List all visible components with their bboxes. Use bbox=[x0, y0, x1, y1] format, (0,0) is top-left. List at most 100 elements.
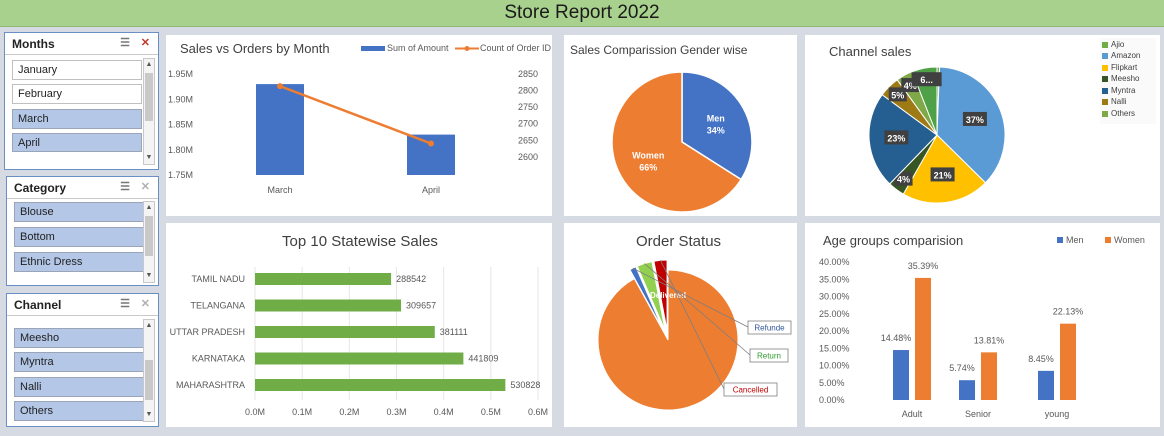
bar-value-label: 309657 bbox=[406, 301, 436, 311]
order-status-panel[interactable]: Order Status Delivered Refunde Return Cance… bbox=[564, 223, 797, 427]
sales-vs-orders-panel[interactable]: Sales vs Orders by Month Sum of Amount Co… bbox=[166, 35, 552, 216]
x-tick-label: 0.1M bbox=[292, 407, 312, 417]
state-bar bbox=[255, 273, 392, 285]
channel-slicer-title: Channel bbox=[14, 298, 62, 312]
state-label: UTTAR PRADESH bbox=[170, 327, 245, 337]
bar-march-april bbox=[256, 84, 304, 175]
age-bar bbox=[893, 350, 909, 400]
category-slicer[interactable]: Category ☰ ✕ Blouse Bottom Ethnic Dress … bbox=[6, 176, 159, 286]
bar-value-label: 5.74% bbox=[949, 363, 975, 373]
legend-swatch bbox=[1102, 87, 1108, 94]
age-groups-bar-chart: 40.00% 35.00% 30.00% 25.00% 20.00% 15.00% 10.0… bbox=[819, 235, 1145, 419]
age-bar bbox=[981, 352, 997, 400]
slice-value-label: 4% bbox=[897, 175, 910, 185]
channel-scrollbar[interactable]: ▲ ▼ bbox=[143, 319, 155, 422]
legend-label: Sum of Amount bbox=[387, 43, 449, 53]
months-item-january[interactable]: January bbox=[12, 60, 142, 80]
gender-pie-chart: Men 34% Women 66% bbox=[611, 71, 753, 213]
y-tick-label: 1.85M bbox=[168, 120, 193, 130]
state-bar bbox=[255, 379, 506, 391]
y2-tick-label: 2850 bbox=[518, 69, 538, 79]
months-item-february[interactable]: February bbox=[12, 84, 142, 104]
bar-value-label: 14.48% bbox=[881, 333, 912, 343]
legend-swatch bbox=[1102, 41, 1108, 48]
legend-label: Men bbox=[1066, 235, 1084, 245]
x-tick-label: 0.2M bbox=[339, 407, 359, 417]
channel-item-meesho[interactable]: Meesho bbox=[14, 328, 144, 348]
age-bar bbox=[1060, 323, 1076, 400]
slice-value-label: 34% bbox=[707, 125, 725, 135]
x-tick-label: Adult bbox=[902, 409, 923, 419]
scroll-up-icon[interactable]: ▲ bbox=[144, 320, 154, 332]
slice-label: Women bbox=[632, 151, 664, 161]
statewise-sales-panel[interactable]: Top 10 Statewise Sales 0.0M 0.1M 0.2M 0.3M 0… bbox=[166, 223, 552, 427]
age-bar bbox=[1038, 370, 1054, 400]
scroll-down-icon[interactable]: ▼ bbox=[144, 152, 154, 164]
x-tick-label: 0.0M bbox=[245, 407, 265, 417]
x-tick-label: young bbox=[1045, 409, 1070, 419]
y-tick-label: 25.00% bbox=[819, 309, 850, 319]
scroll-down-icon[interactable]: ▼ bbox=[144, 409, 154, 421]
channel-sales-panel[interactable]: Channel sales 37% 21% 4% 23% 5% 4% 6... Ajio A… bbox=[805, 35, 1160, 216]
y-tick-label: 20.00% bbox=[819, 326, 850, 336]
slice-label: Men bbox=[707, 113, 725, 123]
slice-value-label: 6... bbox=[920, 75, 933, 85]
gender-sales-panel[interactable]: Sales Comparission Gender wise Men 34% Wom… bbox=[564, 35, 797, 216]
legend-item: Nalli bbox=[1102, 97, 1127, 106]
months-slicer[interactable]: Months ☰ ✕ January February March April … bbox=[4, 32, 159, 170]
age-groups-panel[interactable]: Age groups comparision 40.00% 35.00% 30.00… bbox=[805, 223, 1160, 427]
legend-marker bbox=[464, 46, 470, 51]
slice-label: Return bbox=[757, 352, 781, 361]
order-status-pie-chart: DeliveredRefundeReturnCancelled bbox=[597, 259, 792, 411]
bar-value-label: 530828 bbox=[510, 380, 540, 390]
clear-filter-icon[interactable]: ✕ bbox=[141, 182, 150, 193]
age-bar bbox=[959, 380, 975, 400]
y-tick-label: 40.00% bbox=[819, 257, 850, 267]
multi-select-icon[interactable]: ☰ bbox=[120, 299, 130, 310]
y-tick-label: 1.75M bbox=[168, 170, 193, 180]
scroll-thumb[interactable] bbox=[145, 73, 153, 121]
legend-swatch bbox=[1102, 75, 1108, 82]
legend-swatch bbox=[1102, 52, 1108, 59]
scroll-thumb[interactable] bbox=[145, 216, 153, 256]
months-scrollbar[interactable]: ▲ ▼ bbox=[143, 58, 155, 165]
legend-swatch bbox=[1105, 237, 1111, 243]
months-item-april[interactable]: April bbox=[12, 133, 142, 152]
legend-item: Myntra bbox=[1102, 86, 1135, 95]
category-scrollbar[interactable]: ▲ ▼ bbox=[143, 201, 155, 283]
legend-swatch bbox=[1102, 110, 1108, 117]
multi-select-icon[interactable]: ☰ bbox=[120, 38, 130, 49]
y2-tick-label: 2650 bbox=[518, 135, 538, 145]
category-item-ethnic-dress[interactable]: Ethnic Dress bbox=[14, 252, 144, 272]
category-item-bottom[interactable]: Bottom bbox=[14, 227, 144, 247]
sales-vs-orders-chart: Sum of Amount Count of Order ID 1.95M 1.90M… bbox=[168, 43, 552, 195]
scroll-thumb[interactable] bbox=[145, 360, 153, 400]
channel-slicer[interactable]: Channel ☰ ✕ Meesho Myntra Nalli Others ▲… bbox=[6, 293, 159, 427]
months-item-march[interactable]: March bbox=[12, 109, 142, 129]
y-tick-label: 0.00% bbox=[819, 395, 845, 405]
channel-item-others[interactable]: Others bbox=[14, 401, 144, 421]
multi-select-icon[interactable]: ☰ bbox=[120, 182, 130, 193]
state-label: KARNATAKA bbox=[192, 354, 245, 364]
clear-filter-icon[interactable]: ✕ bbox=[141, 299, 150, 310]
y-tick-label: 30.00% bbox=[819, 292, 850, 302]
bar-value-label: 8.45% bbox=[1028, 354, 1054, 364]
state-bar bbox=[255, 352, 464, 365]
scroll-down-icon[interactable]: ▼ bbox=[144, 270, 154, 282]
scroll-up-icon[interactable]: ▲ bbox=[144, 202, 154, 214]
state-label: TELANGANA bbox=[190, 301, 245, 311]
order-count-point bbox=[428, 140, 434, 147]
slice-value-label: 66% bbox=[639, 163, 657, 173]
bar-value-label: 381111 bbox=[440, 327, 468, 337]
y2-tick-label: 2700 bbox=[518, 119, 538, 129]
category-item-blouse[interactable]: Blouse bbox=[14, 202, 144, 222]
y2-tick-label: 2750 bbox=[518, 102, 538, 112]
channel-item-myntra[interactable]: Myntra bbox=[14, 352, 144, 372]
scroll-up-icon[interactable]: ▲ bbox=[144, 59, 154, 71]
channel-item-nalli[interactable]: Nalli bbox=[14, 377, 144, 397]
report-title: Store Report 2022 bbox=[0, 0, 1164, 27]
clear-filter-icon[interactable]: ✕ bbox=[141, 38, 150, 49]
bar-value-label: 441809 bbox=[468, 354, 498, 364]
legend-swatch bbox=[361, 46, 385, 51]
legend-item: Others bbox=[1102, 109, 1135, 118]
